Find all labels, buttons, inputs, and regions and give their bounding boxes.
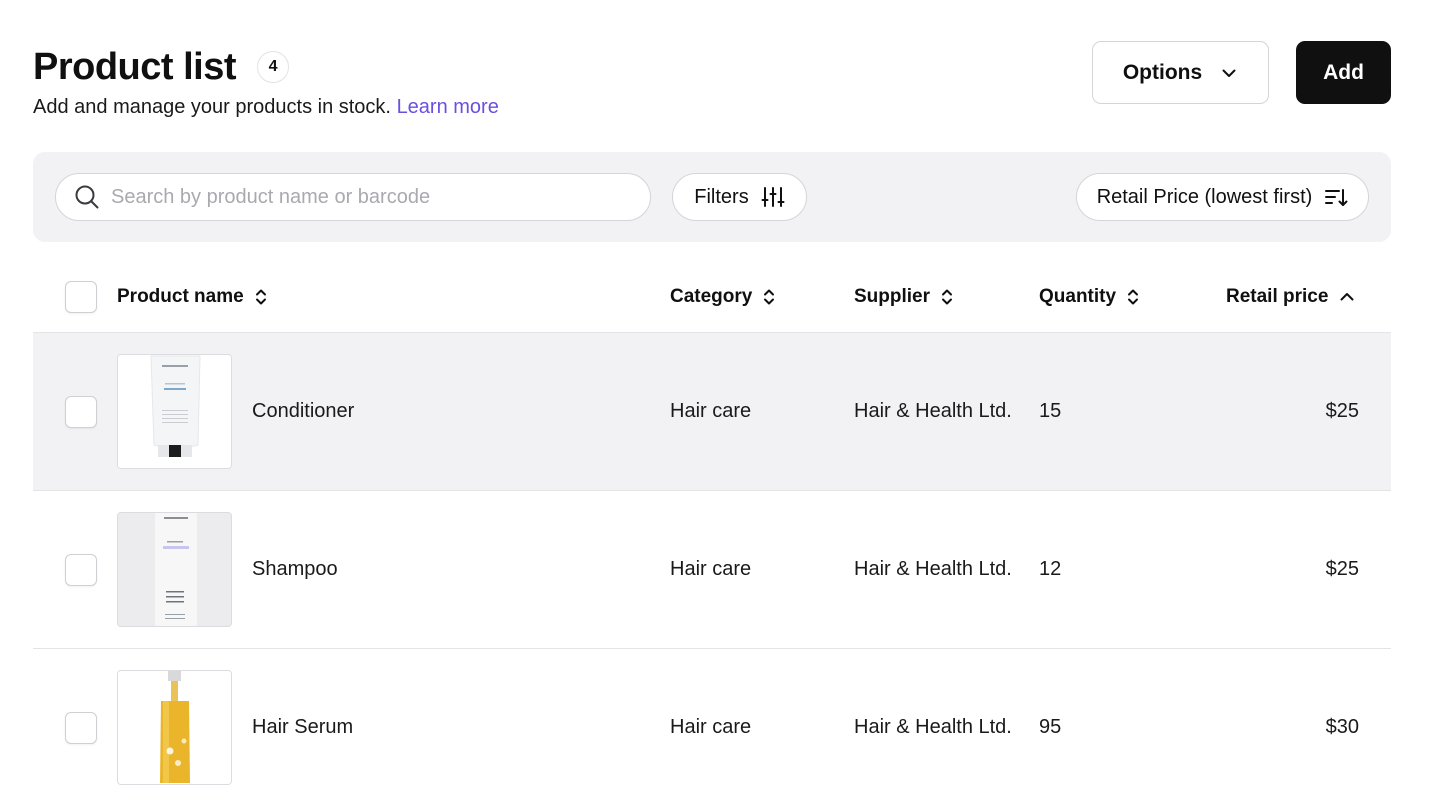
product-price: $25 [1325, 400, 1359, 422]
product-table: Product name Category Supplier Quantity … [33, 264, 1391, 800]
product-thumbnail [117, 354, 232, 469]
product-thumbnail [117, 512, 232, 627]
page-subtitle: Add and manage your products in stock. L… [33, 95, 499, 119]
column-label: Product name [117, 286, 244, 307]
column-label: Retail price [1226, 286, 1329, 307]
sort-label: Retail Price (lowest first) [1096, 185, 1313, 208]
row-checkbox[interactable] [65, 396, 97, 428]
page-header: Product list 4 Add and manage your produ… [33, 40, 1391, 130]
sort-toggle-icon [942, 289, 953, 305]
column-header-retail-price[interactable]: Retail price [1226, 286, 1356, 308]
product-name: Hair Serum [252, 716, 354, 738]
sort-descending-icon [1325, 189, 1348, 206]
search-input[interactable] [111, 185, 611, 209]
shampoo-bottle-image [118, 513, 231, 626]
learn-more-link[interactable]: Learn more [397, 96, 499, 118]
sort-toggle-icon [764, 289, 775, 305]
subtitle-text: Add and manage your products in stock. [33, 96, 391, 118]
column-header-supplier[interactable]: Supplier [854, 286, 954, 308]
product-price: $25 [1325, 558, 1359, 580]
product-name: Shampoo [252, 558, 338, 580]
sort-toggle-icon [1128, 289, 1139, 305]
filter-toolbar: Filters Retail Price (lowest first) [33, 152, 1391, 242]
product-category: Hair care [670, 558, 752, 580]
table-row[interactable]: Shampoo Hair care Hair & Health Ltd. 12 … [33, 491, 1391, 649]
search-icon [75, 185, 99, 209]
serum-bottle-image [118, 671, 231, 784]
column-label: Category [670, 286, 753, 307]
column-label: Supplier [854, 286, 931, 307]
title-row: Product list 4 [33, 44, 290, 90]
column-header-category[interactable]: Category [670, 286, 776, 308]
options-button[interactable]: Options [1092, 41, 1269, 104]
sort-toggle-icon [255, 289, 266, 305]
sort-ascending-icon [1340, 293, 1354, 301]
product-quantity: 95 [1039, 716, 1062, 738]
add-button[interactable]: Add [1296, 41, 1391, 104]
product-category: Hair care [670, 716, 752, 738]
column-label: Quantity [1039, 286, 1117, 307]
product-thumbnail [117, 670, 232, 785]
sort-button[interactable]: Retail Price (lowest first) [1076, 173, 1369, 221]
column-header-product-name[interactable]: Product name [117, 286, 268, 308]
table-header: Product name Category Supplier Quantity … [33, 264, 1391, 333]
options-label: Options [1122, 60, 1203, 84]
table-row[interactable]: Hair Serum Hair care Hair & Health Ltd. … [33, 649, 1391, 800]
product-quantity: 15 [1039, 400, 1062, 422]
product-count-badge: 4 [257, 51, 290, 83]
row-checkbox[interactable] [65, 712, 97, 744]
product-price: $30 [1325, 716, 1359, 738]
chevron-down-icon [1222, 69, 1236, 77]
product-supplier: Hair & Health Ltd. [854, 716, 1012, 738]
filters-button[interactable]: Filters [672, 173, 807, 221]
page-title: Product list [33, 46, 237, 88]
product-supplier: Hair & Health Ltd. [854, 400, 1012, 422]
search-box[interactable] [55, 173, 651, 221]
row-checkbox[interactable] [65, 554, 97, 586]
filters-label: Filters [694, 185, 749, 208]
product-name: Conditioner [252, 400, 355, 422]
table-row[interactable]: Conditioner Hair care Hair & Health Ltd.… [33, 333, 1391, 491]
conditioner-tube-image [118, 355, 231, 468]
product-supplier: Hair & Health Ltd. [854, 558, 1012, 580]
sliders-icon [761, 187, 785, 207]
product-quantity: 12 [1039, 558, 1062, 580]
select-all-checkbox[interactable] [65, 281, 97, 313]
column-header-quantity[interactable]: Quantity [1039, 286, 1140, 308]
product-category: Hair care [670, 400, 752, 422]
